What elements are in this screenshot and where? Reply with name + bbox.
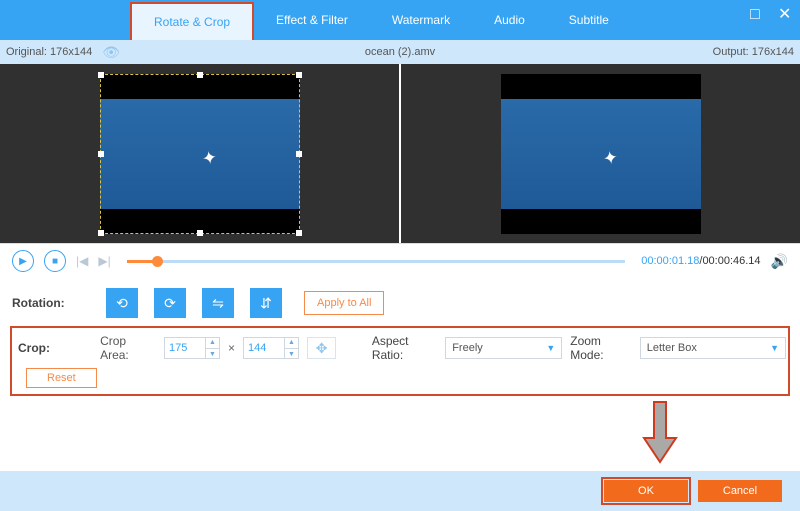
tab-bar: Rotate & Crop Effect & Filter Watermark …	[0, 0, 800, 40]
cancel-button[interactable]: Cancel	[698, 480, 782, 502]
next-frame-button[interactable]: ▶|	[98, 254, 110, 268]
width-spin-down-icon[interactable]: ▼	[206, 348, 219, 359]
flip-horizontal-icon: ⇋	[212, 295, 224, 312]
stop-button[interactable]: ■	[44, 250, 66, 272]
maximize-icon[interactable]: □	[750, 8, 764, 22]
rotation-label: Rotation:	[12, 296, 94, 310]
play-button[interactable]: ▶	[12, 250, 34, 272]
crop-width-field[interactable]: ▲▼	[164, 337, 220, 359]
bird-icon: ✦	[200, 147, 219, 170]
output-frame: ✦	[501, 74, 701, 234]
reset-button[interactable]: Reset	[26, 368, 97, 388]
time-current: 00:00:01.18	[641, 255, 699, 267]
annotation-arrow-icon	[640, 400, 680, 466]
rotation-row: Rotation: ⟲ ⟳ ⇋ ⇵ Apply to All	[0, 278, 800, 326]
file-info-strip: Original: 176x144 👁 ocean (2).amv Output…	[0, 40, 800, 64]
bird-icon: ✦	[601, 147, 620, 170]
volume-icon[interactable]: 🔊	[771, 253, 788, 270]
aspect-ratio-select[interactable]: Freely ▼	[445, 337, 562, 359]
rotate-left-button[interactable]: ⟲	[106, 288, 138, 318]
window-buttons: □ ✕	[750, 8, 792, 22]
crop-panel: Crop: Crop Area: ▲▼ × ▲▼ ✥ Aspect Ratio:…	[10, 326, 790, 396]
aspect-ratio-label: Aspect Ratio:	[372, 334, 441, 362]
crop-area-label: Crop Area:	[100, 334, 156, 362]
flip-horizontal-button[interactable]: ⇋	[202, 288, 234, 318]
tab-subtitle[interactable]: Subtitle	[547, 0, 631, 40]
prev-frame-button[interactable]: |◀	[76, 254, 88, 268]
chevron-down-icon: ▼	[546, 343, 555, 353]
tab-watermark[interactable]: Watermark	[370, 0, 472, 40]
zoom-mode-label: Zoom Mode:	[570, 334, 636, 362]
width-spin-up-icon[interactable]: ▲	[206, 337, 219, 348]
zoom-mode-value: Letter Box	[647, 342, 697, 354]
original-dimensions-label: Original: 176x144	[6, 46, 92, 58]
tab-rotate-crop[interactable]: Rotate & Crop	[130, 2, 254, 40]
flip-vertical-icon: ⇵	[260, 295, 272, 312]
progress-track[interactable]	[127, 260, 626, 263]
aspect-ratio-value: Freely	[452, 342, 483, 354]
time-duration: 00:00:46.14	[702, 255, 760, 267]
crop-height-input[interactable]	[244, 342, 284, 354]
crop-label: Crop:	[14, 341, 92, 355]
rotate-right-button[interactable]: ⟳	[154, 288, 186, 318]
preview-eye-icon[interactable]: 👁	[102, 44, 120, 61]
ok-button[interactable]: OK	[604, 480, 688, 502]
output-dimensions-label: Output: 176x144	[713, 46, 794, 58]
height-spin-up-icon[interactable]: ▲	[285, 337, 298, 348]
preview-area: ✦ ✦	[0, 64, 800, 244]
crop-height-field[interactable]: ▲▼	[243, 337, 299, 359]
crop-width-input[interactable]	[165, 342, 205, 354]
center-crop-icon: ✥	[316, 340, 328, 357]
zoom-mode-select[interactable]: Letter Box ▼	[640, 337, 786, 359]
tab-effect-filter[interactable]: Effect & Filter	[254, 0, 370, 40]
tab-audio[interactable]: Audio	[472, 0, 547, 40]
flip-vertical-button[interactable]: ⇵	[250, 288, 282, 318]
apply-to-all-button[interactable]: Apply to All	[304, 291, 384, 315]
original-preview-pane: ✦	[0, 64, 399, 243]
progress-thumb[interactable]	[152, 256, 163, 267]
dimension-times: ×	[228, 341, 235, 355]
original-frame: ✦	[100, 74, 300, 234]
center-crop-button[interactable]: ✥	[307, 337, 336, 359]
output-preview-pane: ✦	[399, 64, 800, 243]
playback-bar: ▶ ■ |◀ ▶| 00:00:01.18/00:00:46.14 🔊	[0, 244, 800, 278]
rotate-left-icon: ⟲	[116, 295, 128, 312]
rotate-right-icon: ⟳	[164, 295, 176, 312]
close-icon[interactable]: ✕	[778, 8, 792, 22]
chevron-down-icon: ▼	[770, 343, 779, 353]
bottom-bar: OK Cancel	[0, 471, 800, 511]
height-spin-down-icon[interactable]: ▼	[285, 348, 298, 359]
